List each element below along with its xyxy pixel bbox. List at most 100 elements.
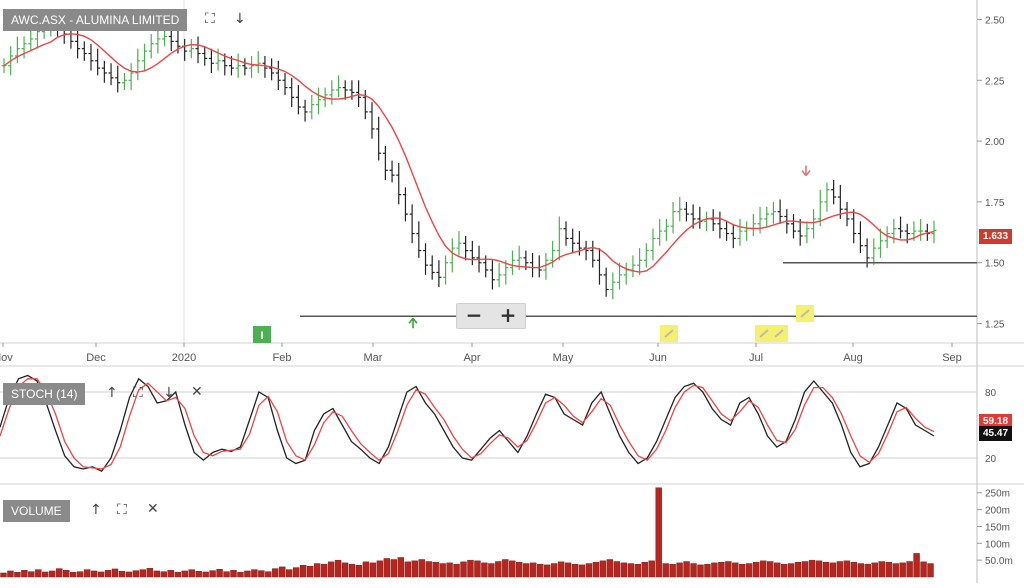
volume-bar xyxy=(83,569,91,578)
volume-bar xyxy=(878,561,885,578)
volume-bar xyxy=(739,563,746,578)
month-label: Aug xyxy=(843,352,863,364)
volume-bar xyxy=(662,563,669,578)
volume-bar xyxy=(97,571,105,578)
volume-bar xyxy=(258,570,265,578)
buy-arrow-icon xyxy=(408,317,418,329)
volume-bar xyxy=(383,558,391,578)
moving-average-line xyxy=(3,33,935,273)
volume-bar xyxy=(146,568,154,578)
stoch-k-readout: 45.47 xyxy=(979,426,1013,441)
volume-bar xyxy=(927,563,934,578)
close-icon[interactable]: ✕ xyxy=(147,502,159,516)
volume-bar xyxy=(787,563,795,578)
volume-panel-label: VOLUME xyxy=(3,500,70,522)
volume-tick-label: 200m xyxy=(985,506,1010,517)
volume-bar xyxy=(613,561,621,578)
arrow-up-icon[interactable]: ↑ xyxy=(106,386,118,400)
volume-bar xyxy=(836,561,844,578)
volume-bar xyxy=(125,571,133,578)
arrow-down-icon[interactable]: ↓ xyxy=(163,386,175,400)
volume-bar xyxy=(857,563,864,578)
volume-bar xyxy=(669,563,676,578)
volume-bar xyxy=(174,572,181,578)
volume-bar xyxy=(223,571,230,578)
volume-bar xyxy=(843,560,851,578)
volume-bar xyxy=(355,565,363,578)
volume-bar xyxy=(14,572,21,578)
volume-bar xyxy=(808,559,816,578)
volume-bar xyxy=(585,563,593,578)
volume-bar xyxy=(885,561,892,578)
zoom-in-button[interactable]: + xyxy=(491,304,525,328)
volume-bar xyxy=(90,570,98,578)
fullscreen-icon[interactable]: ⛶ xyxy=(205,12,215,26)
volume-bar xyxy=(390,559,397,578)
month-label: Nov xyxy=(0,352,13,364)
volume-bar xyxy=(829,562,837,578)
volume-bar xyxy=(153,570,161,578)
volume-bar xyxy=(313,563,321,578)
volume-bar xyxy=(495,561,502,578)
volume-bar xyxy=(251,569,258,578)
volume-bar xyxy=(488,563,495,578)
volume-bar xyxy=(718,561,725,578)
price-tick-label: 1.25 xyxy=(985,320,1005,331)
month-label: Mar xyxy=(364,352,383,364)
volume-bar xyxy=(676,562,683,578)
volume-bar xyxy=(509,560,516,578)
volume-bar xyxy=(348,563,356,578)
price-tick-label: 1.50 xyxy=(985,259,1005,270)
volume-tick-label: 50.0m xyxy=(985,556,1013,567)
volume-bar xyxy=(118,571,126,578)
volume-bar xyxy=(300,565,307,578)
volume-bar xyxy=(188,569,195,578)
volume-bar xyxy=(432,561,439,578)
fullscreen-icon[interactable]: ⛶ xyxy=(133,386,143,400)
volume-bar xyxy=(564,562,572,578)
close-icon[interactable]: ✕ xyxy=(191,385,203,399)
volume-bar xyxy=(376,560,384,578)
volume-bar xyxy=(767,561,774,578)
volume-bar xyxy=(230,570,237,578)
current-price-tag: 1.633 xyxy=(979,229,1013,244)
volume-bar xyxy=(606,559,614,578)
volume-bar xyxy=(167,570,174,578)
volume-bar xyxy=(711,562,718,578)
price-panel-label: AWC.ASX - ALUMINA LIMITED xyxy=(3,9,188,31)
volume-bar xyxy=(341,562,349,578)
volume-bar xyxy=(237,572,244,578)
volume-bar xyxy=(502,559,509,578)
volume-bar xyxy=(641,561,648,578)
volume-bar xyxy=(648,560,655,578)
volume-bar xyxy=(411,560,418,578)
volume-bar xyxy=(418,559,425,578)
month-label: 2020 xyxy=(172,352,196,364)
volume-bar xyxy=(760,560,767,578)
volume-bar xyxy=(56,568,63,578)
volume-bar xyxy=(537,563,544,578)
chart-canvas: 1.25 1.50 1.75 2.00 2.25 2.50 Nov Dec 2020 Feb Mar… xyxy=(0,0,1024,583)
fullscreen-icon[interactable]: ⛶ xyxy=(117,503,127,517)
volume-bar xyxy=(753,561,760,578)
volume-bar xyxy=(111,568,119,578)
volume-tick-label: 150m xyxy=(985,522,1010,533)
volume-bar xyxy=(460,561,467,578)
volume-bar xyxy=(864,563,871,578)
volume-bar xyxy=(634,563,641,578)
marker-i-label: I xyxy=(260,330,263,342)
zoom-out-button[interactable]: − xyxy=(457,304,491,328)
month-label: Sep xyxy=(942,352,962,364)
volume-bar xyxy=(467,559,474,578)
volume-bar xyxy=(272,568,279,578)
arrow-up-icon[interactable]: ↑ xyxy=(90,503,102,517)
volume-bar xyxy=(0,572,7,578)
volume-bar xyxy=(920,561,927,578)
arrow-down-icon[interactable]: ↓ xyxy=(234,12,246,26)
month-label: Dec xyxy=(86,352,106,364)
volume-bar xyxy=(42,571,49,578)
volume-bar xyxy=(543,564,551,578)
volume-tick-label: 100m xyxy=(985,539,1010,550)
volume-bar xyxy=(822,561,830,578)
volume-bar xyxy=(293,567,300,578)
